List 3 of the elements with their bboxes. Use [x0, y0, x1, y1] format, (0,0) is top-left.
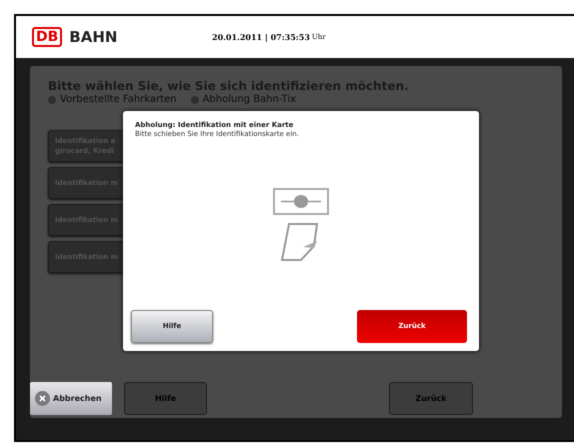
logo-mark: DB — [32, 27, 62, 47]
logo-text: BAHN — [69, 26, 118, 48]
date-time: 20.01.2011 | 07:35:53 — [212, 31, 310, 43]
